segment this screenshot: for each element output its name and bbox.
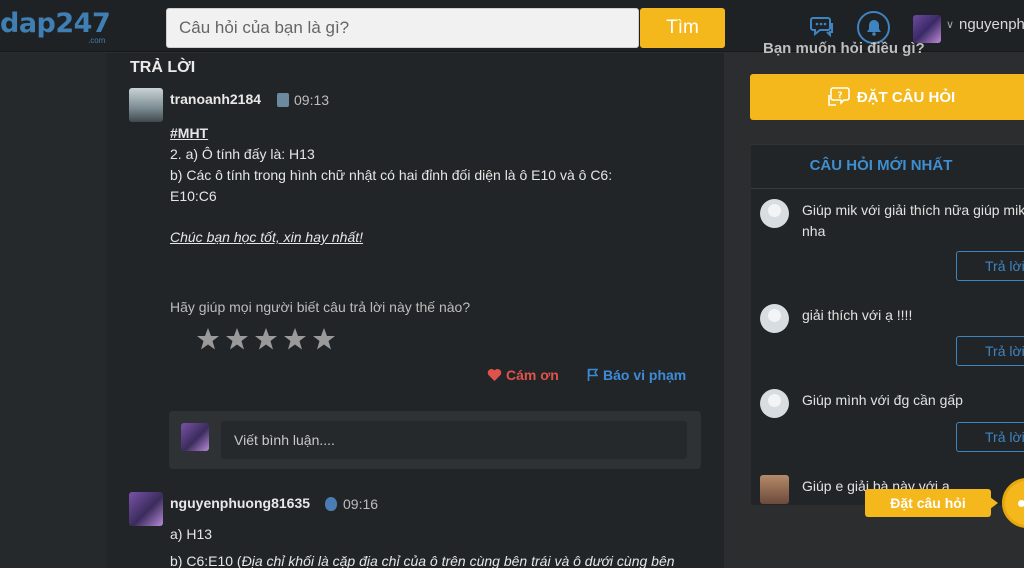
answer-hashtag[interactable]: #MHT [170, 123, 208, 144]
ask-icon: ? [828, 87, 850, 106]
answer-username[interactable]: tranoanh2184 [170, 91, 261, 107]
new-questions-panel: CÂU HỎI MỚI NHẤT Giúp mik với giải thích… [751, 144, 1024, 505]
heart-icon [487, 369, 502, 381]
thank-button[interactable]: Cám ơn [487, 367, 559, 383]
chat-icon[interactable] [810, 14, 836, 40]
answers-panel: TRẢ LỜI tranoanh2184 09:13 #MHT 2. a) Ô … [107, 53, 724, 568]
site-logo[interactable]: dap247 [0, 8, 111, 39]
reply-button[interactable]: Trả lời [956, 251, 1024, 281]
star-icon[interactable] [225, 327, 249, 351]
question-avatar [760, 475, 789, 504]
rank-icon [325, 497, 337, 511]
divider [751, 188, 1024, 189]
answer-line: 2. a) Ô tính đấy là: H13 [170, 146, 315, 162]
answer-time: 09:16 [343, 496, 379, 512]
star-icon[interactable] [312, 327, 336, 351]
chevron-down-icon[interactable]: ∨ [946, 18, 954, 31]
ask-question-button[interactable]: ? ĐẶT CÂU HỎI [750, 74, 1024, 120]
comment-box [169, 411, 701, 469]
answer-line: a) H13 [170, 526, 213, 542]
answer-time: 09:13 [294, 92, 330, 108]
user-avatar[interactable] [913, 15, 941, 43]
reply-button[interactable]: Trả lời [956, 422, 1024, 452]
new-questions-title: CÂU HỎI MỚI NHẤT [809, 157, 953, 174]
floating-ask-pointer [990, 497, 998, 509]
bell-icon [866, 20, 881, 36]
question-text[interactable]: Giúp mik với giải thích nữa giúp mik nha [802, 200, 1024, 242]
rating-stars[interactable] [196, 327, 336, 351]
answer-username[interactable]: nguyenphuong81635 [170, 495, 310, 511]
answer-avatar[interactable] [129, 88, 163, 122]
report-label: Báo vi phạm [603, 367, 687, 383]
answer-line: E10:C6 [170, 188, 217, 204]
ask-prompt-text: Bạn muốn hỏi điều gì? [763, 40, 925, 57]
answer-line: b) Các ô tính trong hình chữ nhật có hai… [170, 167, 613, 183]
report-button[interactable]: Báo vi phạm [587, 367, 686, 383]
answer-signoff: Chúc bạn học tốt, xin hay nhất! [170, 229, 364, 245]
ask-button-label: ĐẶT CÂU HỎI [856, 88, 956, 106]
search-button[interactable]: Tìm [640, 8, 725, 48]
answer-line-italic: Địa chỉ khối là cặp địa chỉ của ô trên c… [241, 553, 675, 568]
answer-line: b) C6:E10 (Địa chỉ khối là cặp địa chỉ c… [170, 551, 675, 568]
answer-avatar[interactable] [129, 492, 163, 526]
question-avatar [760, 389, 789, 418]
left-gutter [0, 53, 107, 568]
header-username[interactable]: nguyenph [959, 16, 1024, 33]
site-logo-suffix: .com [88, 36, 106, 45]
star-icon[interactable] [283, 327, 307, 351]
search-input[interactable] [166, 8, 639, 48]
section-title: TRẢ LỜI [130, 59, 196, 76]
answer-line-prefix: b) C6:E10 ( [170, 553, 242, 568]
star-icon[interactable] [254, 327, 278, 351]
star-icon[interactable] [196, 327, 220, 351]
reply-button[interactable]: Trả lời [956, 336, 1024, 366]
svg-text:?: ? [837, 91, 842, 101]
question-text[interactable]: giải thích với ạ !!!! [802, 305, 1024, 326]
rank-icon [277, 93, 289, 107]
comment-input[interactable] [221, 421, 687, 459]
comment-avatar [181, 423, 209, 451]
question-avatar [760, 304, 789, 333]
thank-label: Cám ơn [506, 367, 559, 383]
rating-prompt: Hãy giúp mọi người biết câu trả lời này … [170, 299, 471, 315]
flag-icon [587, 368, 599, 381]
floating-ask-label[interactable]: Đặt câu hỏi [865, 489, 991, 517]
question-avatar [760, 199, 789, 228]
question-text[interactable]: Giúp mình với đg cần gấp [802, 390, 1024, 411]
